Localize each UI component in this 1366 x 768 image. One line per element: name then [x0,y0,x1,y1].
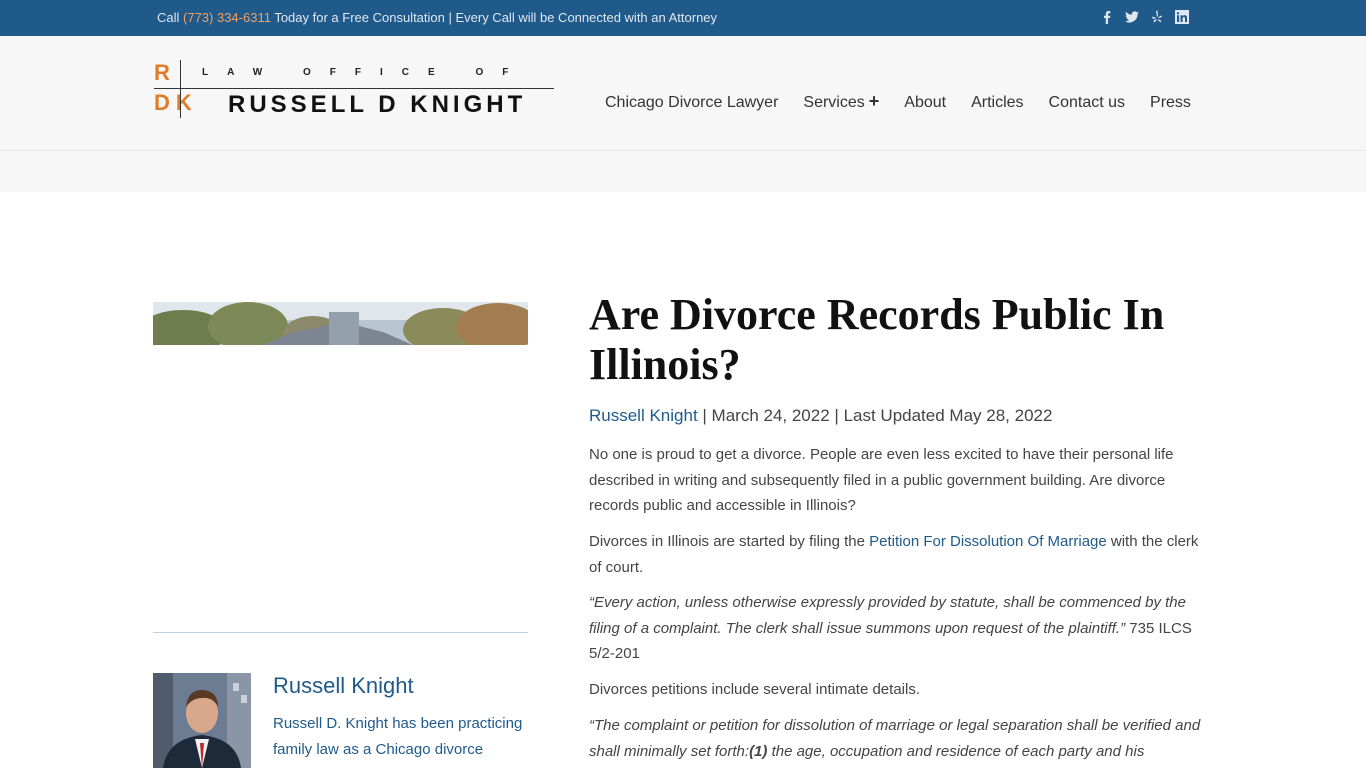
expand-plus-icon[interactable]: + [869,92,880,110]
nav-contact-us[interactable]: Contact us [1049,94,1125,112]
call-suffix: Today for a Free Consultation | Every Ca… [270,10,718,25]
updated-date: Last Updated May 28, 2022 [843,406,1053,425]
meta-separator: | [697,406,712,425]
author-bio: Russell D. Knight has been practicing fa… [273,715,527,768]
featured-image [153,302,528,345]
yelp-icon[interactable] [1150,10,1164,24]
quote-1-text: “Every action, unless otherwise expressl… [589,594,1186,637]
call-prefix: Call [157,10,184,25]
nav-services[interactable]: Services + [803,92,880,112]
author-link[interactable]: Russell Knight [589,406,698,425]
article-meta: Russell Knight | March 24, 2022 | Last U… [589,406,1052,426]
header-band [0,151,1366,192]
quote-2-bold: (1) [749,742,768,760]
social-links [1100,10,1189,24]
paragraph-2: Divorces in Illinois are started by fili… [589,529,1214,580]
logo-horizontal-rule [154,88,554,89]
statute-quote-1: “Every action, unless otherwise expressl… [589,590,1214,667]
paragraph-3: Divorces petitions include several intim… [589,681,920,698]
petition-link[interactable]: Petition For Dissolution Of Marriage [869,533,1107,550]
paragraph-2-text: Divorces in Illinois are started by fili… [589,533,870,550]
facebook-icon[interactable] [1100,10,1114,24]
main-nav: Chicago Divorce Lawyer Services + About A… [605,92,1191,112]
nav-services-label: Services [803,94,865,111]
quote-2-text-end: the age, occupation and residence of eac… [767,742,1145,760]
logo-tagline: LAW OFFICE OF [202,67,528,78]
meta-separator: | [829,406,844,425]
article-title: Are Divorce Records Public In Illinois? [589,290,1165,389]
statute-quote-2: “The complaint or petition for dissoluti… [589,713,1214,764]
twitter-icon[interactable] [1125,10,1139,24]
publish-date: March 24, 2022 [711,406,830,425]
top-bar: Call (773) 334-6311 Today for a Free Con… [0,0,1366,36]
top-bar-message: Call (773) 334-6311 Today for a Free Con… [157,10,717,25]
author-photo [153,673,251,768]
nav-articles[interactable]: Articles [971,94,1023,112]
nav-about[interactable]: About [904,94,946,112]
linkedin-icon[interactable] [1175,10,1189,24]
sidebar-divider [153,632,528,633]
paragraph-1: No one is proud to get a divorce. People… [589,446,1174,514]
nav-chicago-divorce-lawyer[interactable]: Chicago Divorce Lawyer [605,94,778,112]
logo-dk: DK [154,90,198,115]
logo-vertical-rule [180,60,181,118]
author-name[interactable]: Russell Knight [273,673,414,699]
phone-link[interactable]: (773) 334-6311 [183,10,271,25]
logo-firm-name: RUSSELL D KNIGHT [228,91,527,118]
logo-r: R [154,60,170,85]
site-logo[interactable]: R DK LAW OFFICE OF RUSSELL D KNIGHT [154,60,554,120]
nav-press[interactable]: Press [1150,94,1191,112]
